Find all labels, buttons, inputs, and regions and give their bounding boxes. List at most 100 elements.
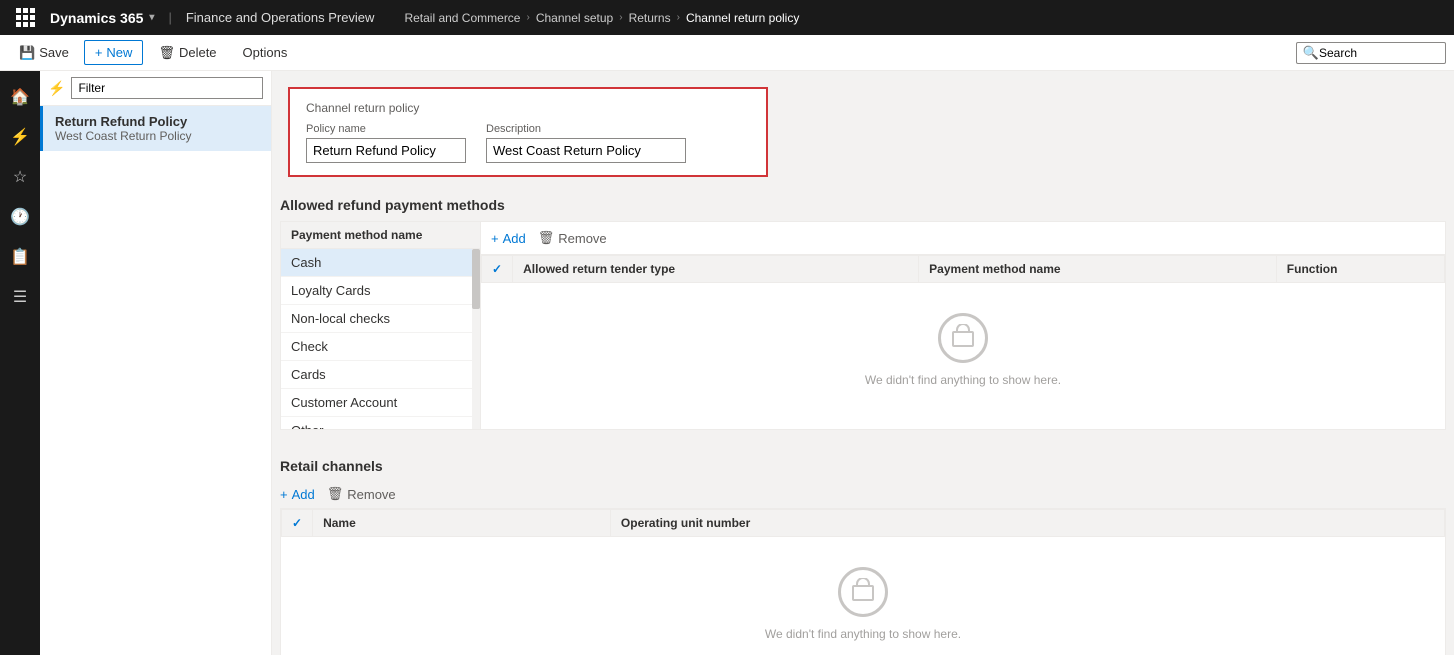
- tender-check-icon: ✓: [492, 262, 502, 276]
- breadcrumb-sep-3: ›: [677, 12, 680, 23]
- payment-item-cards[interactable]: Cards: [281, 361, 480, 389]
- payment-item-other[interactable]: Other: [281, 417, 480, 429]
- scroll-thumb: [472, 249, 480, 309]
- brand-chevron: ▾: [149, 12, 154, 23]
- breadcrumb-retail[interactable]: Retail and Commerce: [404, 11, 520, 25]
- breadcrumb-returns[interactable]: Returns: [629, 11, 671, 25]
- retail-remove-button[interactable]: 🗑 Remove: [327, 486, 396, 502]
- search-input[interactable]: [1319, 46, 1439, 60]
- list-item[interactable]: Return Refund Policy West Coast Return P…: [40, 106, 271, 151]
- filter-button[interactable]: ⚡: [2, 119, 38, 155]
- list-items-scroll: Return Refund Policy West Coast Return P…: [40, 106, 271, 655]
- policy-name-field: Policy name: [306, 123, 466, 163]
- policy-name-input[interactable]: [306, 138, 466, 163]
- payment-item-cards-label: Cards: [291, 367, 326, 382]
- tender-empty-icon: [938, 313, 988, 363]
- apps-menu-button[interactable]: [10, 0, 40, 35]
- payment-item-check-label: Check: [291, 339, 328, 354]
- retail-remove-label: Remove: [347, 487, 395, 502]
- list-item-title: Return Refund Policy: [55, 114, 259, 129]
- options-label: Options: [243, 45, 288, 60]
- allowed-refund-section: Allowed refund payment methods Payment m…: [280, 185, 1446, 430]
- breadcrumb-channel-policy: Channel return policy: [686, 11, 799, 25]
- tender-add-label: Add: [503, 231, 526, 246]
- dynamics-label: Dynamics 365: [50, 10, 143, 26]
- retail-unit-col: Operating unit number: [610, 510, 1444, 537]
- payment-item-custacct-label: Customer Account: [291, 395, 397, 410]
- delete-button[interactable]: 🗑 Delete: [147, 40, 227, 66]
- top-navigation: Dynamics 365 ▾ | Finance and Operations …: [0, 0, 1454, 35]
- allowed-refund-title: Allowed refund payment methods: [280, 185, 1446, 221]
- tender-panel: + Add 🗑 Remove ✓: [481, 222, 1445, 429]
- filter-icon[interactable]: ⚡: [48, 80, 65, 97]
- form-fields: Policy name Description: [306, 123, 750, 163]
- retail-empty-icon: [838, 567, 888, 617]
- new-icon: +: [95, 45, 103, 60]
- breadcrumb-channel[interactable]: Channel setup: [536, 11, 613, 25]
- payment-item-cash[interactable]: Cash: [281, 249, 480, 277]
- payment-method-container: Payment method name Cash Loyalty Cards N…: [280, 221, 1446, 430]
- save-label: Save: [39, 45, 69, 60]
- payment-item-cash-label: Cash: [291, 255, 321, 270]
- tender-remove-button[interactable]: 🗑 Remove: [538, 230, 607, 246]
- breadcrumb: Retail and Commerce › Channel setup › Re…: [404, 11, 799, 25]
- save-icon: 💾: [19, 45, 35, 61]
- tender-col-2: Payment method name: [919, 256, 1277, 283]
- main-toolbar: 💾 Save + New 🗑 Delete Options 🔍: [0, 35, 1454, 71]
- scroll-track: [472, 249, 480, 429]
- retail-check-col: ✓: [282, 510, 313, 537]
- payment-item-nonlocal[interactable]: Non-local checks: [281, 305, 480, 333]
- tender-add-icon: +: [491, 231, 499, 246]
- tender-empty-message: We didn't find anything to show here.: [865, 373, 1061, 387]
- description-input[interactable]: [486, 138, 686, 163]
- options-button[interactable]: Options: [232, 40, 299, 65]
- list-filter-row: ⚡: [40, 71, 271, 106]
- delete-icon: 🗑: [158, 45, 175, 61]
- tender-remove-label: Remove: [558, 231, 606, 246]
- retail-channels-title: Retail channels: [280, 446, 1446, 482]
- search-icon: 🔍: [1303, 45, 1319, 61]
- tender-check-col: ✓: [482, 256, 513, 283]
- description-field: Description: [486, 123, 686, 163]
- payment-item-loyalty[interactable]: Loyalty Cards: [281, 277, 480, 305]
- list-item-subtitle: West Coast Return Policy: [55, 129, 259, 143]
- policy-name-label: Policy name: [306, 123, 466, 135]
- app-name: Finance and Operations Preview: [186, 10, 375, 25]
- payment-item-nonlocal-label: Non-local checks: [291, 311, 390, 326]
- payment-item-other-label: Other: [291, 423, 324, 429]
- payment-item-custacct[interactable]: Customer Account: [281, 389, 480, 417]
- payment-item-loyalty-label: Loyalty Cards: [291, 283, 370, 298]
- retail-add-icon: +: [280, 487, 288, 502]
- retail-empty-message: We didn't find anything to show here.: [765, 627, 961, 641]
- description-label: Description: [486, 123, 686, 135]
- save-button[interactable]: 💾 Save: [8, 40, 80, 66]
- retail-add-button[interactable]: + Add: [280, 487, 315, 502]
- retail-channels-grid: ✓ Name Operating unit number: [281, 509, 1445, 537]
- list-button[interactable]: ☰: [2, 279, 38, 315]
- tender-grid: ✓ Allowed return tender type Payment met…: [481, 255, 1445, 283]
- tender-add-button[interactable]: + Add: [491, 231, 526, 246]
- list-filter-input[interactable]: [71, 77, 263, 99]
- tender-col-3: Function: [1276, 256, 1444, 283]
- new-button[interactable]: + New: [84, 40, 144, 65]
- recent-button[interactable]: 🕐: [2, 199, 38, 235]
- workspace-button[interactable]: 📋: [2, 239, 38, 275]
- retail-check-icon: ✓: [292, 516, 302, 530]
- payment-item-check[interactable]: Check: [281, 333, 480, 361]
- payment-list-scroll[interactable]: Cash Loyalty Cards Non-local checks Chec…: [281, 249, 480, 429]
- brand-name[interactable]: Dynamics 365 ▾: [50, 10, 154, 26]
- list-panel: ⚡ Return Refund Policy West Coast Return…: [40, 71, 272, 655]
- form-section-title: Channel return policy: [306, 101, 750, 115]
- retail-channels-section: Retail channels + Add 🗑 Remove ✓: [280, 446, 1446, 655]
- channel-policy-form: Channel return policy Policy name Descri…: [288, 87, 768, 177]
- favorites-button[interactable]: ☆: [2, 159, 38, 195]
- payment-list-header: Payment method name: [281, 222, 480, 249]
- tender-grid-toolbar: + Add 🗑 Remove: [481, 222, 1445, 255]
- delete-label: Delete: [179, 45, 217, 60]
- home-button[interactable]: 🏠: [2, 79, 38, 115]
- nav-divider: |: [168, 10, 171, 25]
- grid-icon: [16, 8, 35, 27]
- search-box[interactable]: 🔍: [1296, 42, 1446, 64]
- icon-sidebar: 🏠 ⚡ ☆ 🕐 📋 ☰: [0, 71, 40, 655]
- main-layout: 🏠 ⚡ ☆ 🕐 📋 ☰ ⚡ Return Refund Policy West …: [0, 71, 1454, 655]
